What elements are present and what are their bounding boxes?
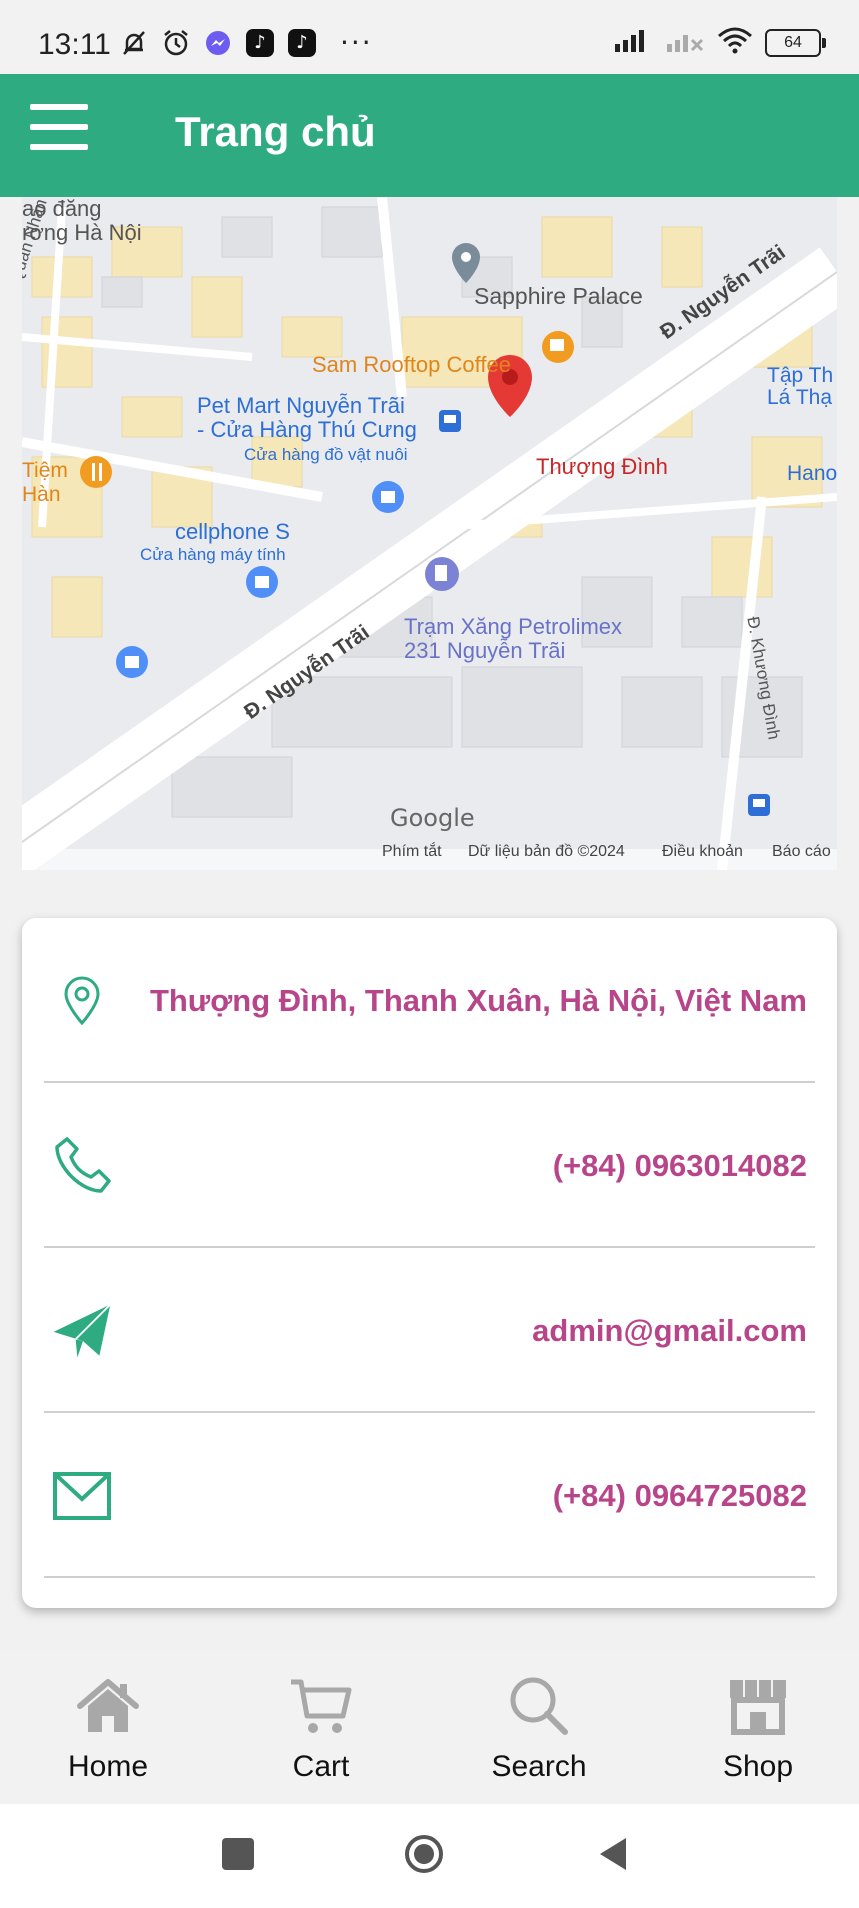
mail-icon <box>50 1464 114 1528</box>
shopping-pin-icon <box>372 481 404 513</box>
system-navigation-bar <box>0 1804 859 1908</box>
map-label-sapphire: Sapphire Palace <box>474 283 643 309</box>
map-label-cellphones: cellphone S <box>175 519 290 544</box>
recent-apps-button[interactable] <box>222 1838 254 1870</box>
signal-2-icon <box>665 26 705 59</box>
phone-text: (+84) 0963014082 <box>552 1147 807 1183</box>
home-system-button[interactable] <box>404 1834 444 1874</box>
map-footer-data: Dữ liệu bản đồ ©2024 <box>468 843 625 860</box>
status-time: 13:11 <box>38 28 111 61</box>
address-text: Thượng Đình, Thanh Xuân, Hà Nội, Việt Na… <box>149 982 807 1018</box>
coffee-pin-icon <box>542 331 574 363</box>
map-label-hanoi: Hano <box>787 462 837 485</box>
alarm-icon <box>160 27 192 59</box>
battery-icon: 64 <box>765 28 826 57</box>
page-title: Trang chủ <box>175 108 376 155</box>
fax-row[interactable]: (+84) 0964725082 <box>22 1413 837 1578</box>
map-label-petrolimex: Trạm Xăng Petrolimex 231 Nguyễn Trãi <box>404 614 623 663</box>
signal-icon <box>613 26 653 59</box>
map-view[interactable]: ao đăng rơng Hà Nội P. Quan Nhân Sapphir… <box>22 197 837 870</box>
nav-cart-label: Cart <box>292 1750 350 1783</box>
menu-icon[interactable] <box>30 104 88 152</box>
send-icon <box>50 1299 114 1363</box>
nav-home[interactable]: Home <box>8 1652 208 1804</box>
bus-stop-2-icon <box>748 794 770 816</box>
search-icon <box>507 1676 571 1736</box>
nav-shop[interactable]: Shop <box>658 1652 858 1804</box>
map-label-petmart-sub: Cửa hàng đồ vật nuôi <box>244 445 408 464</box>
fax-text: (+84) 0964725082 <box>552 1477 807 1513</box>
map-label-selected: Thượng Đình <box>536 454 668 479</box>
shopping-pin-2-icon <box>246 566 278 598</box>
map-footer-terms[interactable]: Điều khoản <box>662 843 743 861</box>
map-footer-shortcuts[interactable]: Phím tắt <box>382 843 442 861</box>
divider <box>44 1576 815 1578</box>
notification-icons: ♪ ♪ ··· <box>118 26 373 59</box>
email-text: admin@gmail.com <box>532 1312 807 1348</box>
map-label-cellphones-sub: Cửa hàng máy tính <box>140 545 286 564</box>
more-notifications-icon: ··· <box>340 26 373 59</box>
nav-search-label: Search <box>491 1750 587 1783</box>
nav-shop-label: Shop <box>722 1750 794 1783</box>
google-logo: Google <box>390 804 475 832</box>
phone-icon <box>50 1134 114 1198</box>
app-bar <box>0 74 859 197</box>
cart-icon <box>289 1676 353 1736</box>
map-label-petmart: Pet Mart Nguyễn Trãi - Cửa Hàng Thú Cưng <box>197 393 417 442</box>
back-button[interactable] <box>596 1836 630 1872</box>
home-icon <box>76 1676 140 1736</box>
restaurant-pin-icon <box>80 456 112 488</box>
location-icon <box>50 969 114 1033</box>
bus-stop-icon <box>439 410 461 432</box>
nav-cart[interactable]: Cart <box>221 1652 421 1804</box>
shop-icon <box>726 1676 790 1736</box>
shopping-pin-3-icon <box>116 646 148 678</box>
address-row[interactable]: Thượng Đình, Thanh Xuân, Hà Nội, Việt Na… <box>22 918 837 1083</box>
messenger-icon <box>202 27 234 59</box>
map-footer-report[interactable]: Báo cáo <box>772 843 831 861</box>
map-label-tapthe: Tập Th Lá Thạ <box>767 364 834 409</box>
fuel-pin-icon <box>425 557 459 591</box>
system-icons: 64 <box>613 26 826 59</box>
map-label-restaurant: Tiệm Hàn <box>22 459 68 506</box>
email-row[interactable]: admin@gmail.com <box>22 1248 837 1413</box>
tiktok-icon: ♪ <box>244 27 276 59</box>
nav-search[interactable]: Search <box>439 1652 639 1804</box>
status-bar: 13:11 ♪ ♪ ··· 64 <box>0 0 859 74</box>
phone-row[interactable]: (+84) 0963014082 <box>22 1083 837 1248</box>
bottom-navigation: Home Cart Search Shop <box>0 1652 859 1804</box>
tiktok-icon-2: ♪ <box>286 27 318 59</box>
mute-bell-icon <box>118 27 150 59</box>
map-label-coffee: Sam Rooftop Coffee <box>312 352 511 377</box>
wifi-icon <box>717 26 753 59</box>
contact-card: Thượng Đình, Thanh Xuân, Hà Nội, Việt Na… <box>22 918 837 1608</box>
nav-home-label: Home <box>67 1750 149 1783</box>
